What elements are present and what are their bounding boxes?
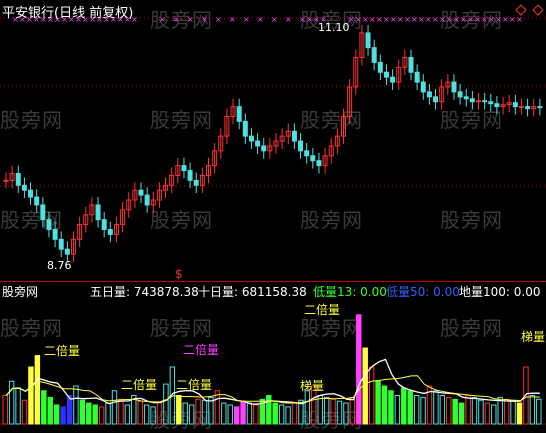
volume-bar <box>221 402 227 425</box>
volume-bar <box>79 399 86 425</box>
volume-panel-label: 股旁网 <box>2 285 39 299</box>
volume-bar <box>484 402 491 425</box>
volume-bar <box>137 400 143 425</box>
volume-bar <box>73 385 79 425</box>
double-volume-annotation: 二倍量 <box>304 303 341 317</box>
volume-bar <box>343 402 349 425</box>
volume-bar <box>420 396 426 425</box>
ten-day-volume: 十日量: 681158.38 <box>198 285 307 299</box>
volume-bar <box>266 395 272 425</box>
five-day-volume: 五日量: 743878.38 <box>90 285 199 299</box>
volume-bar <box>47 396 53 425</box>
volume-bar <box>60 406 66 425</box>
volume-bar <box>182 402 188 425</box>
volume-bar <box>118 398 124 425</box>
volume-bar <box>439 395 446 425</box>
volume-bar <box>8 380 15 425</box>
volume-bar <box>201 399 208 425</box>
volume-bar <box>503 398 510 425</box>
volume-bar <box>253 404 259 425</box>
volume-bar <box>92 404 98 425</box>
volume-bar <box>458 402 465 425</box>
volume-bar <box>240 400 246 425</box>
double-volume-annotation: 二倍量 <box>121 378 158 392</box>
volume-bar <box>156 402 163 425</box>
volume-bar <box>150 406 156 425</box>
volume-bar <box>304 390 311 425</box>
volume-bar <box>15 387 21 425</box>
volume-bar <box>21 399 28 425</box>
volume-bar <box>278 404 285 425</box>
volume-bar <box>285 406 291 425</box>
low-price-label: 8.76 <box>47 259 72 272</box>
volume-bar <box>433 390 439 425</box>
volume-chart <box>0 314 546 425</box>
volume-bar <box>323 396 330 425</box>
volume-bar <box>143 404 150 425</box>
volume-bar <box>516 402 523 425</box>
volume-bar <box>330 398 336 425</box>
volume-bar <box>291 402 298 425</box>
volume-bar <box>111 390 118 425</box>
volume-bar <box>272 402 278 425</box>
volume-bar <box>465 395 471 425</box>
volume-bar <box>188 404 195 425</box>
dollar-marker: $ <box>175 267 183 281</box>
volume-bar <box>349 396 356 425</box>
volume-bar <box>317 395 323 425</box>
ladder-volume-annotation: 梯量 <box>521 330 546 344</box>
high-price-label: 11.10 <box>318 21 350 34</box>
double-volume-annotation: 二倍量 <box>176 378 213 392</box>
volume-bar <box>446 396 452 425</box>
low50-volume: 低量50: 0.00 <box>386 285 460 299</box>
volume-bar <box>105 402 111 425</box>
volume-bar <box>124 404 131 425</box>
volume-bar <box>375 380 381 425</box>
volume-bar <box>497 396 503 425</box>
volume-bar <box>388 390 394 425</box>
volume-bar <box>356 314 362 425</box>
volume-bar <box>163 383 169 425</box>
ground100-volume: 地量100: 0.00 <box>459 285 541 299</box>
volume-bar <box>2 395 8 425</box>
double-volume-annotation: 二倍量 <box>44 344 81 358</box>
volume-bar <box>491 404 497 425</box>
double-volume-annotation: 二倍量 <box>183 343 220 357</box>
volume-bar <box>413 395 420 425</box>
volume-bar <box>536 398 542 425</box>
volume-bar <box>452 398 458 425</box>
panel-divider <box>0 281 546 282</box>
volume-bar <box>529 395 536 425</box>
volume-ma5-line <box>5 358 540 405</box>
volume-bar <box>53 404 60 425</box>
volume-bar <box>66 395 73 425</box>
volume-bar <box>407 390 413 425</box>
volume-bar <box>478 399 484 425</box>
volume-bar <box>336 400 343 425</box>
volume-bar <box>195 398 201 425</box>
chart-title: 平安银行(日线 前复权) <box>2 6 134 21</box>
volume-bar <box>34 355 41 425</box>
volume-bar <box>510 400 516 425</box>
volume-bar <box>368 366 375 425</box>
volume-bar <box>28 366 34 425</box>
volume-bar <box>246 402 253 425</box>
volume-bar <box>233 406 240 425</box>
volume-bar <box>41 390 47 425</box>
volume-bar <box>86 402 92 425</box>
volume-bar <box>471 396 478 425</box>
volume-bar <box>394 395 401 425</box>
volume-bar <box>381 385 388 425</box>
volume-bar <box>98 406 105 425</box>
volume-bar <box>401 387 407 425</box>
volume-bar <box>176 395 182 425</box>
volume-header: 股旁网 五日量: 743878.38 十日量: 681158.38 低量13: … <box>0 283 546 301</box>
ladder-volume-annotation: 梯量 <box>300 379 325 393</box>
volume-bar <box>227 404 233 425</box>
low13-volume: 低量13: 0.00 <box>313 285 387 299</box>
